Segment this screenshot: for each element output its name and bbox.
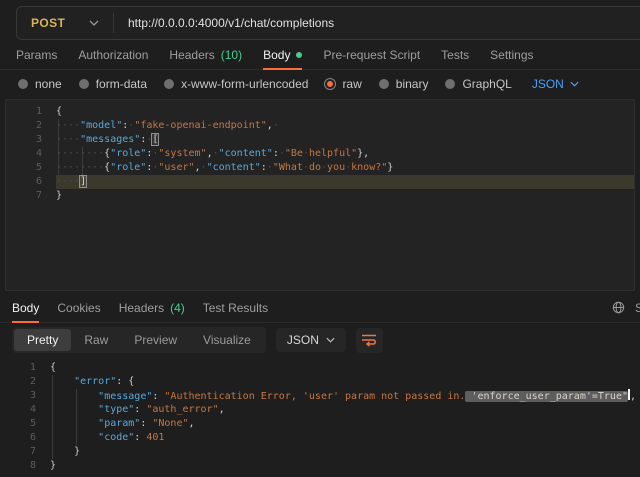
body-modified-dot-icon xyxy=(296,52,302,58)
response-toolbar: Pretty Raw Preview Visualize JSON xyxy=(0,323,640,357)
response-tab-headers[interactable]: Headers(4) xyxy=(119,293,185,322)
postman-app: { "colors": { "accent_orange": "#ff6c37"… xyxy=(0,6,640,477)
tab-authorization[interactable]: Authorization xyxy=(78,40,148,69)
headers-count-badge: (10) xyxy=(221,48,242,62)
response-language-select[interactable]: JSON xyxy=(276,328,346,352)
line-number: 7 xyxy=(12,189,42,203)
mode-binary[interactable]: binary xyxy=(379,77,429,91)
response-tab-body[interactable]: Body xyxy=(12,293,39,322)
word-wrap-button[interactable] xyxy=(356,328,383,353)
request-body-editor[interactable]: 1{2····"model":·"fake-openai-endpoint",·… xyxy=(5,99,635,291)
response-body-editor[interactable]: 1{2 "error": {3 "message": "Authenticati… xyxy=(0,357,640,475)
mode-graphql[interactable]: GraphQL xyxy=(445,77,511,91)
line-number: 3 xyxy=(12,133,42,147)
tab-tests[interactable]: Tests xyxy=(441,40,469,69)
line-number: 1 xyxy=(6,361,36,375)
line-number: 6 xyxy=(12,175,42,189)
globe-icon[interactable] xyxy=(612,301,625,314)
line-number: 2 xyxy=(6,375,36,389)
mode-raw[interactable]: raw xyxy=(325,77,361,91)
tab-params[interactable]: Params xyxy=(16,40,57,69)
line-number: 5 xyxy=(6,417,36,431)
line-number: 4 xyxy=(6,403,36,417)
line-number: 6 xyxy=(6,431,36,445)
selected-text: 'enforce_user_param'=True" xyxy=(465,391,628,402)
response-tab-cookies[interactable]: Cookies xyxy=(57,293,100,322)
request-language-select[interactable]: JSON xyxy=(532,77,579,91)
code-line: 5 "param": "None", xyxy=(6,417,640,431)
chevron-down-icon xyxy=(570,81,579,87)
code-line: 4 "type": "auth_error", xyxy=(6,403,640,417)
radio-selected-icon xyxy=(325,79,335,89)
radio-icon xyxy=(379,79,389,89)
tab-headers[interactable]: Headers(10) xyxy=(169,40,242,69)
chevron-down-icon xyxy=(326,337,335,343)
line-number: 1 xyxy=(12,105,42,119)
mode-form-data[interactable]: form-data xyxy=(79,77,147,91)
code-line: 5········{"role":·"user",·"content":·"Wh… xyxy=(12,161,634,175)
body-mode-row: none form-data x-www-form-urlencoded raw… xyxy=(0,70,640,98)
method-select[interactable]: POST xyxy=(17,7,113,39)
word-wrap-icon xyxy=(361,333,377,347)
line-number: 5 xyxy=(12,161,42,175)
radio-icon xyxy=(445,79,455,89)
radio-icon xyxy=(18,79,28,89)
code-line: 6 "code": 401 xyxy=(6,431,640,445)
line-number: 3 xyxy=(6,389,36,403)
code-line: 7 } xyxy=(6,445,640,459)
code-line: 4········{"role":·"system",·"content":·"… xyxy=(12,147,634,161)
radio-icon xyxy=(79,79,89,89)
line-number: 2 xyxy=(12,119,42,133)
chevron-down-icon xyxy=(89,20,99,26)
url-input[interactable]: http://0.0.0.0:4000/v1/chat/completions xyxy=(114,16,640,30)
status-text-clipped: S xyxy=(635,301,640,315)
code-line: 3 "message": "Authentication Error, 'use… xyxy=(6,389,640,403)
view-raw[interactable]: Raw xyxy=(71,329,121,351)
request-tabs: Params Authorization Headers(10) Body Pr… xyxy=(0,40,640,70)
response-tabs: Body Cookies Headers(4) Test Results S xyxy=(0,293,640,323)
response-headers-count-badge: (4) xyxy=(170,301,185,315)
code-line: 2 "error": { xyxy=(6,375,640,389)
radio-icon xyxy=(164,79,174,89)
view-visualize[interactable]: Visualize xyxy=(190,329,264,351)
view-pretty[interactable]: Pretty xyxy=(14,329,71,351)
code-line: 3····"messages":·[ xyxy=(12,133,634,147)
line-number: 8 xyxy=(6,459,36,473)
url-bar: POST http://0.0.0.0:4000/v1/chat/complet… xyxy=(16,6,640,40)
line-number: 7 xyxy=(6,445,36,459)
code-line: 2····"model":·"fake-openai-endpoint",· xyxy=(12,119,634,133)
response-tab-test-results[interactable]: Test Results xyxy=(203,293,268,322)
mode-x-www-form-urlencoded[interactable]: x-www-form-urlencoded xyxy=(164,77,308,91)
code-line: 8} xyxy=(6,459,640,473)
tab-body[interactable]: Body xyxy=(263,40,302,69)
code-line: 1{ xyxy=(6,361,640,375)
line-number: 4 xyxy=(12,147,42,161)
code-line: 1{ xyxy=(12,105,634,119)
tab-settings[interactable]: Settings xyxy=(490,40,533,69)
tab-pre-request-script[interactable]: Pre-request Script xyxy=(323,40,420,69)
code-line: 6····] xyxy=(12,175,634,189)
code-line: 7} xyxy=(12,189,634,203)
method-label: POST xyxy=(31,16,65,30)
mode-none[interactable]: none xyxy=(18,77,62,91)
view-switcher: Pretty Raw Preview Visualize xyxy=(12,327,266,353)
view-preview[interactable]: Preview xyxy=(121,329,190,351)
response-header-right: S xyxy=(612,293,640,322)
